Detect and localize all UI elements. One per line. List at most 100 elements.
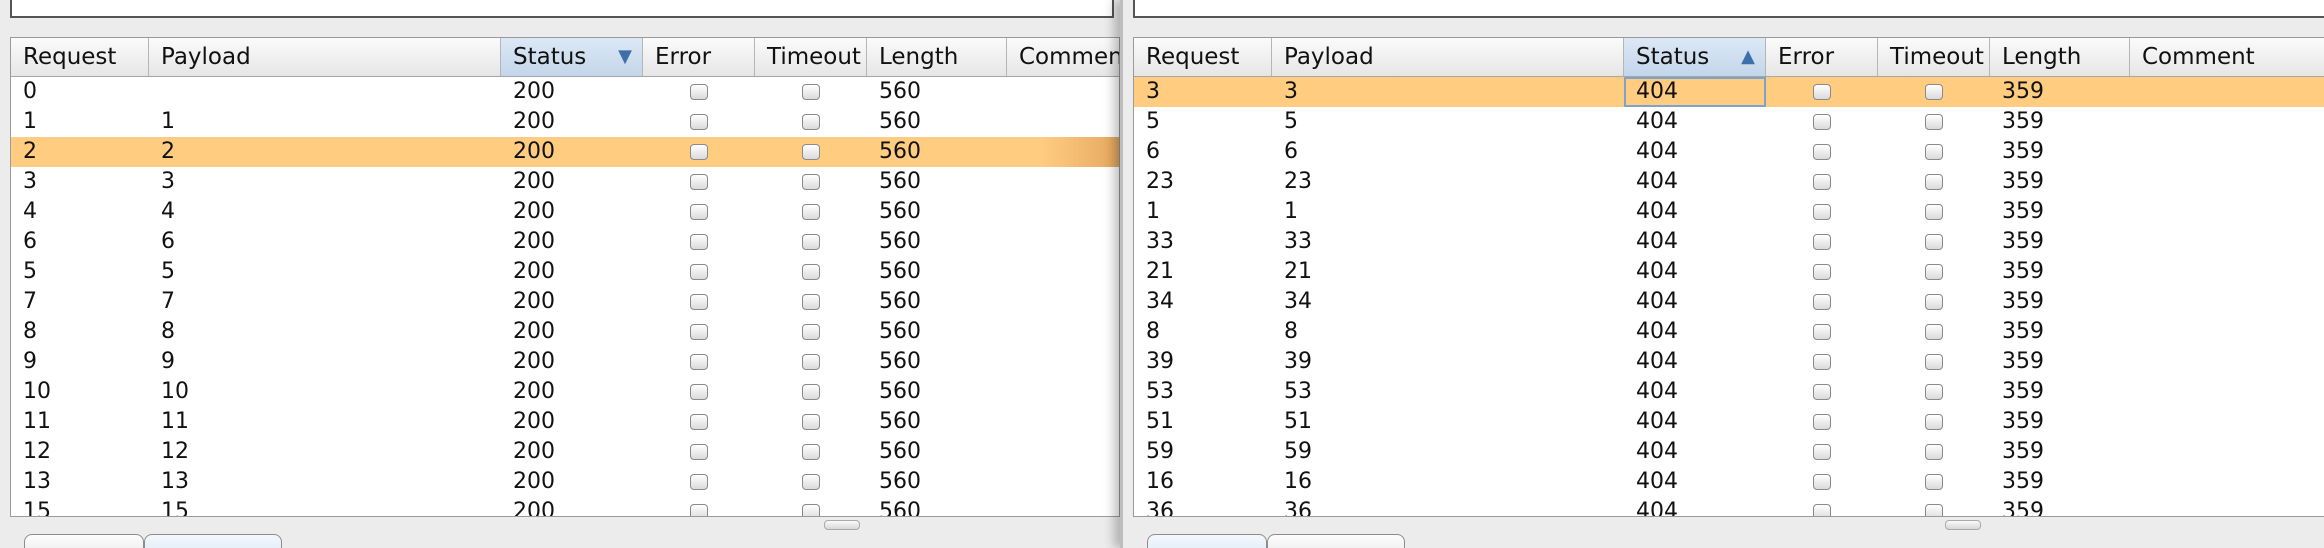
error-checkbox[interactable] (690, 114, 708, 130)
timeout-checkbox[interactable] (802, 144, 820, 160)
table-row[interactable]: 16 16 404 359 (1134, 467, 2324, 497)
comment-cell[interactable] (2130, 497, 2324, 516)
column-header-length[interactable]: Length (867, 38, 1007, 76)
comment-cell[interactable] (2130, 137, 2324, 167)
table-row[interactable]: 9 9 200 560 (11, 347, 1119, 377)
table-row[interactable]: 3 3 404 359 (1134, 77, 2324, 107)
comment-cell[interactable] (1007, 257, 1119, 287)
error-checkbox[interactable] (690, 264, 708, 280)
tab-request[interactable] (24, 534, 144, 548)
error-checkbox[interactable] (690, 174, 708, 190)
timeout-checkbox[interactable] (802, 474, 820, 490)
timeout-checkbox[interactable] (1925, 504, 1943, 516)
timeout-checkbox[interactable] (802, 504, 820, 516)
timeout-checkbox[interactable] (1925, 84, 1943, 100)
comment-cell[interactable] (2130, 227, 2324, 257)
timeout-checkbox[interactable] (802, 414, 820, 430)
comment-cell[interactable] (2130, 287, 2324, 317)
error-checkbox[interactable] (690, 474, 708, 490)
comment-cell[interactable] (2130, 197, 2324, 227)
error-checkbox[interactable] (690, 354, 708, 370)
table-row[interactable]: 51 51 404 359 (1134, 407, 2324, 437)
table-row[interactable]: 5 5 404 359 (1134, 107, 2324, 137)
tab-response[interactable] (1267, 534, 1405, 548)
comment-cell[interactable] (2130, 437, 2324, 467)
split-drag-handle[interactable] (824, 520, 860, 530)
error-checkbox[interactable] (1813, 84, 1831, 100)
column-header-payload[interactable]: Payload (1272, 38, 1624, 76)
table-row[interactable]: 11 11 200 560 (11, 407, 1119, 437)
timeout-checkbox[interactable] (802, 444, 820, 460)
error-checkbox[interactable] (1813, 114, 1831, 130)
column-header-comment[interactable]: Comment (1007, 38, 1119, 76)
table-row[interactable]: 8 8 200 560 (11, 317, 1119, 347)
error-checkbox[interactable] (1813, 324, 1831, 340)
table-row[interactable]: 34 34 404 359 (1134, 287, 2324, 317)
column-header-error[interactable]: Error (1766, 38, 1878, 76)
table-row[interactable]: 15 15 200 560 (11, 497, 1119, 516)
table-row[interactable]: 12 12 200 560 (11, 437, 1119, 467)
timeout-checkbox[interactable] (802, 114, 820, 130)
comment-cell[interactable] (1007, 107, 1119, 137)
column-header-length[interactable]: Length (1990, 38, 2130, 76)
comment-cell[interactable] (2130, 347, 2324, 377)
column-header-payload[interactable]: Payload (149, 38, 501, 76)
table-row[interactable]: 5 5 200 560 (11, 257, 1119, 287)
tab-request[interactable] (1147, 534, 1267, 548)
table-row[interactable]: 8 8 404 359 (1134, 317, 2324, 347)
timeout-checkbox[interactable] (1925, 174, 1943, 190)
timeout-checkbox[interactable] (1925, 474, 1943, 490)
comment-cell[interactable] (1007, 287, 1119, 317)
error-checkbox[interactable] (1813, 294, 1831, 310)
column-header-timeout[interactable]: Timeout (1878, 38, 1990, 76)
timeout-checkbox[interactable] (1925, 144, 1943, 160)
filter-bar[interactable] (1133, 0, 2324, 18)
timeout-checkbox[interactable] (1925, 384, 1943, 400)
error-checkbox[interactable] (690, 444, 708, 460)
timeout-checkbox[interactable] (1925, 324, 1943, 340)
table-row[interactable]: 2 2 200 560 (11, 137, 1119, 167)
timeout-checkbox[interactable] (802, 384, 820, 400)
filter-bar[interactable] (10, 0, 1114, 18)
comment-cell[interactable] (2130, 377, 2324, 407)
timeout-checkbox[interactable] (802, 234, 820, 250)
error-checkbox[interactable] (690, 384, 708, 400)
table-row[interactable]: 59 59 404 359 (1134, 437, 2324, 467)
table-row[interactable]: 4 4 200 560 (11, 197, 1119, 227)
timeout-checkbox[interactable] (802, 84, 820, 100)
error-checkbox[interactable] (690, 324, 708, 340)
comment-cell[interactable] (2130, 257, 2324, 287)
error-checkbox[interactable] (690, 504, 708, 516)
error-checkbox[interactable] (1813, 504, 1831, 516)
table-row[interactable]: 36 36 404 359 (1134, 497, 2324, 516)
timeout-checkbox[interactable] (802, 324, 820, 340)
error-checkbox[interactable] (1813, 204, 1831, 220)
error-checkbox[interactable] (690, 144, 708, 160)
split-drag-handle[interactable] (1945, 520, 1981, 530)
table-row[interactable]: 39 39 404 359 (1134, 347, 2324, 377)
comment-cell[interactable] (1007, 137, 1119, 167)
table-row[interactable]: 3 3 200 560 (11, 167, 1119, 197)
error-checkbox[interactable] (1813, 174, 1831, 190)
comment-cell[interactable] (1007, 317, 1119, 347)
comment-cell[interactable] (1007, 497, 1119, 516)
timeout-checkbox[interactable] (1925, 264, 1943, 280)
column-header-request[interactable]: Request (1134, 38, 1272, 76)
table-row[interactable]: 21 21 404 359 (1134, 257, 2324, 287)
table-row[interactable]: 53 53 404 359 (1134, 377, 2324, 407)
error-checkbox[interactable] (690, 204, 708, 220)
error-checkbox[interactable] (1813, 144, 1831, 160)
table-row[interactable]: 23 23 404 359 (1134, 167, 2324, 197)
comment-cell[interactable] (1007, 407, 1119, 437)
timeout-checkbox[interactable] (802, 204, 820, 220)
table-row[interactable]: 1 1 200 560 (11, 107, 1119, 137)
error-checkbox[interactable] (690, 84, 708, 100)
timeout-checkbox[interactable] (802, 174, 820, 190)
comment-cell[interactable] (1007, 197, 1119, 227)
error-checkbox[interactable] (1813, 234, 1831, 250)
timeout-checkbox[interactable] (802, 264, 820, 280)
error-checkbox[interactable] (690, 294, 708, 310)
comment-cell[interactable] (1007, 227, 1119, 257)
timeout-checkbox[interactable] (1925, 444, 1943, 460)
timeout-checkbox[interactable] (802, 294, 820, 310)
